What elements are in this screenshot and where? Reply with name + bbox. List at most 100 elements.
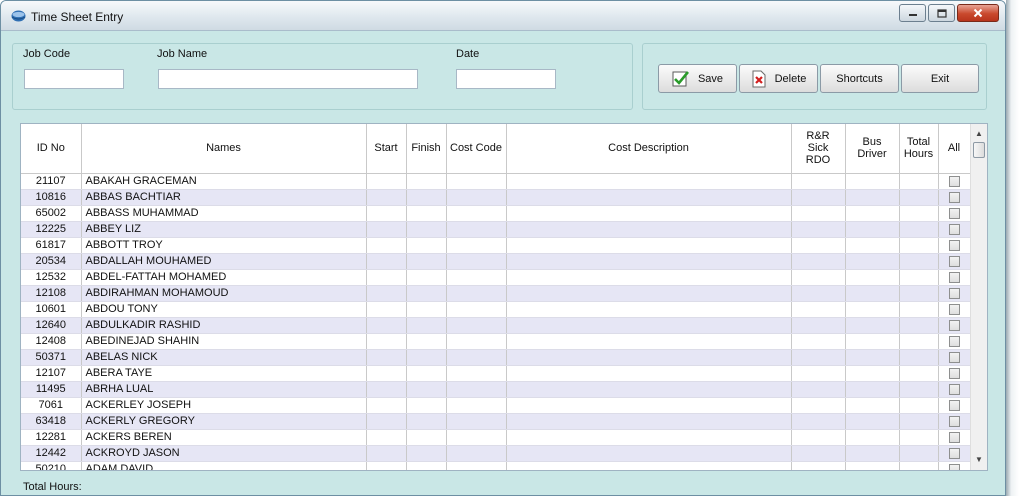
cell-bus-driver[interactable] <box>845 349 900 366</box>
cell-start[interactable] <box>366 429 407 446</box>
cell-start[interactable] <box>366 461 407 470</box>
cell-cost-code[interactable] <box>446 397 507 414</box>
row-checkbox[interactable] <box>948 207 960 219</box>
table-row[interactable]: 61817 ABBOTT TROY <box>21 237 971 254</box>
cell-name[interactable]: ABDALLAH MOUHAMED <box>81 253 367 270</box>
cell-total-hours[interactable] <box>899 317 939 334</box>
row-checkbox[interactable] <box>948 335 960 347</box>
cell-name[interactable]: ABRHA LUAL <box>81 381 367 398</box>
cell-finish[interactable] <box>406 189 447 206</box>
cell-name[interactable]: ABDIRAHMAN MOHAMOUD <box>81 285 367 302</box>
cell-name[interactable]: ABDEL-FATTAH MOHAMED <box>81 269 367 286</box>
cell-start[interactable] <box>366 205 407 222</box>
table-row[interactable]: 21107 ABAKAH GRACEMAN <box>21 173 971 190</box>
header-names[interactable]: Names <box>81 124 367 174</box>
header-all[interactable]: All <box>938 124 971 174</box>
cell-cost-description[interactable] <box>506 173 792 190</box>
cell-cost-code[interactable] <box>446 237 507 254</box>
cell-bus-driver[interactable] <box>845 397 900 414</box>
row-checkbox[interactable] <box>948 463 960 470</box>
cell-name[interactable]: ABBASS MUHAMMAD <box>81 205 367 222</box>
cell-total-hours[interactable] <box>899 301 939 318</box>
cell-rr-sick-rdo[interactable] <box>791 445 846 462</box>
cell-cost-code[interactable] <box>446 429 507 446</box>
row-checkbox[interactable] <box>948 223 960 235</box>
cell-start[interactable] <box>366 413 407 430</box>
cell-cost-code[interactable] <box>446 317 507 334</box>
header-cost-code[interactable]: Cost Code <box>446 124 507 174</box>
cell-name[interactable]: ACKERLY GREGORY <box>81 413 367 430</box>
cell-name[interactable]: ABAKAH GRACEMAN <box>81 173 367 190</box>
cell-cost-code[interactable] <box>446 333 507 350</box>
title-bar[interactable]: Time Sheet Entry <box>1 1 1005 31</box>
cell-total-hours[interactable] <box>899 461 939 470</box>
delete-button[interactable]: Delete <box>739 64 818 93</box>
cell-start[interactable] <box>366 237 407 254</box>
row-checkbox[interactable] <box>948 383 960 395</box>
header-cost-description[interactable]: Cost Description <box>506 124 792 174</box>
vertical-scrollbar[interactable]: ▲ ▼ <box>970 124 987 470</box>
table-row[interactable]: 12225 ABBEY LIZ <box>21 221 971 238</box>
row-checkbox[interactable] <box>948 399 960 411</box>
table-row[interactable]: 63418 ACKERLY GREGORY <box>21 413 971 430</box>
shortcuts-button[interactable]: Shortcuts <box>820 64 899 93</box>
cell-cost-code[interactable] <box>446 381 507 398</box>
cell-cost-description[interactable] <box>506 349 792 366</box>
cell-total-hours[interactable] <box>899 221 939 238</box>
cell-bus-driver[interactable] <box>845 461 900 470</box>
cell-id[interactable]: 21107 <box>21 173 82 190</box>
cell-bus-driver[interactable] <box>845 237 900 254</box>
cell-rr-sick-rdo[interactable] <box>791 269 846 286</box>
cell-cost-code[interactable] <box>446 285 507 302</box>
cell-cost-code[interactable] <box>446 301 507 318</box>
cell-cost-code[interactable] <box>446 413 507 430</box>
cell-rr-sick-rdo[interactable] <box>791 397 846 414</box>
cell-bus-driver[interactable] <box>845 429 900 446</box>
table-row[interactable]: 12408 ABEDINEJAD SHAHIN <box>21 333 971 350</box>
row-checkbox[interactable] <box>948 287 960 299</box>
table-row[interactable]: 10816 ABBAS BACHTIAR <box>21 189 971 206</box>
cell-cost-description[interactable] <box>506 301 792 318</box>
cell-finish[interactable] <box>406 301 447 318</box>
cell-rr-sick-rdo[interactable] <box>791 461 846 470</box>
cell-cost-description[interactable] <box>506 285 792 302</box>
table-row[interactable]: 50210 ADAM DAVID <box>21 461 971 470</box>
cell-id[interactable]: 7061 <box>21 397 82 414</box>
cell-cost-description[interactable] <box>506 381 792 398</box>
table-row[interactable]: 12442 ACKROYD JASON <box>21 445 971 462</box>
cell-finish[interactable] <box>406 333 447 350</box>
cell-cost-description[interactable] <box>506 189 792 206</box>
cell-rr-sick-rdo[interactable] <box>791 365 846 382</box>
cell-cost-description[interactable] <box>506 317 792 334</box>
cell-name[interactable]: ACKROYD JASON <box>81 445 367 462</box>
cell-rr-sick-rdo[interactable] <box>791 253 846 270</box>
cell-cost-description[interactable] <box>506 333 792 350</box>
cell-start[interactable] <box>366 189 407 206</box>
cell-cost-description[interactable] <box>506 205 792 222</box>
cell-name[interactable]: ABELAS NICK <box>81 349 367 366</box>
header-total-hours[interactable]: Total Hours <box>899 124 939 174</box>
row-checkbox[interactable] <box>948 431 960 443</box>
cell-finish[interactable] <box>406 429 447 446</box>
cell-bus-driver[interactable] <box>845 253 900 270</box>
cell-name[interactable]: ADAM DAVID <box>81 461 367 470</box>
cell-id[interactable]: 50371 <box>21 349 82 366</box>
cell-start[interactable] <box>366 317 407 334</box>
cell-name[interactable]: ABEDINEJAD SHAHIN <box>81 333 367 350</box>
table-row[interactable]: 7061 ACKERLEY JOSEPH <box>21 397 971 414</box>
cell-total-hours[interactable] <box>899 333 939 350</box>
cell-name[interactable]: ACKERLEY JOSEPH <box>81 397 367 414</box>
maximize-button[interactable] <box>928 4 955 22</box>
cell-rr-sick-rdo[interactable] <box>791 285 846 302</box>
cell-name[interactable]: ABDOU TONY <box>81 301 367 318</box>
cell-finish[interactable] <box>406 205 447 222</box>
table-row[interactable]: 50371 ABELAS NICK <box>21 349 971 366</box>
cell-name[interactable]: ABBOTT TROY <box>81 237 367 254</box>
cell-start[interactable] <box>366 173 407 190</box>
cell-name[interactable]: ABBEY LIZ <box>81 221 367 238</box>
table-row[interactable]: 12640 ABDULKADIR RASHID <box>21 317 971 334</box>
cell-bus-driver[interactable] <box>845 189 900 206</box>
cell-finish[interactable] <box>406 317 447 334</box>
cell-total-hours[interactable] <box>899 381 939 398</box>
cell-start[interactable] <box>366 365 407 382</box>
